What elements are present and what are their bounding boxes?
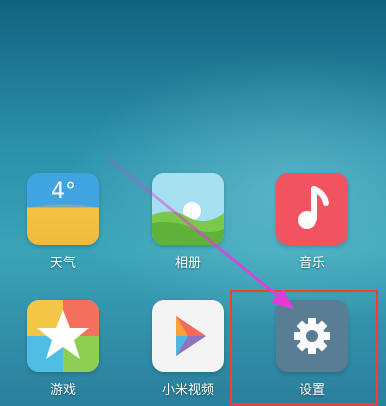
pointer-arrow [107,156,294,309]
